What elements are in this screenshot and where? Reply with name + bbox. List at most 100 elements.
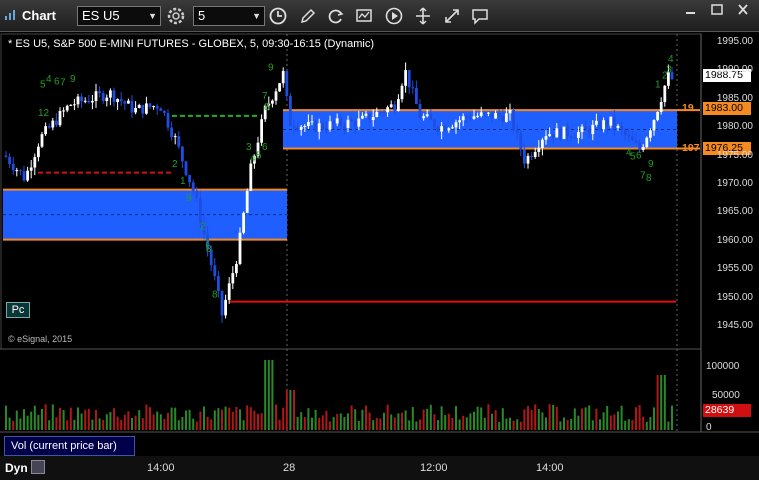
- candle-up: [505, 113, 508, 122]
- symbol-combobox[interactable]: ES U5 ▼: [77, 6, 161, 26]
- candle-up: [487, 112, 490, 114]
- volume-bar-down: [393, 417, 396, 430]
- candle-up: [555, 128, 559, 138]
- candle-up: [116, 99, 119, 103]
- clock-icon[interactable]: [268, 6, 288, 26]
- candle-down: [566, 126, 569, 137]
- refresh-cycle-icon[interactable]: [326, 6, 346, 26]
- candle-up: [29, 167, 33, 171]
- candle-down: [177, 136, 181, 147]
- level-side-label-lower: 197: [682, 142, 700, 154]
- volume-bar-up: [483, 417, 486, 430]
- candle-down: [343, 125, 346, 128]
- candle-down: [584, 126, 587, 129]
- volume-bar-up: [224, 406, 227, 430]
- candle-down: [411, 87, 415, 89]
- candle-down: [47, 126, 51, 128]
- candle-down: [314, 121, 317, 132]
- candle-down: [573, 137, 577, 139]
- volume-bar-down: [84, 409, 87, 430]
- chevron-down-icon[interactable]: ▼: [148, 7, 157, 25]
- volume-study-tab[interactable]: Vol (current price bar): [4, 436, 135, 456]
- volume-bar-up: [213, 410, 216, 430]
- volume-bar-down: [253, 410, 256, 430]
- candle-up: [425, 114, 429, 117]
- candle-up: [109, 90, 112, 98]
- volume-tick: 50000: [712, 390, 740, 401]
- candle-up: [508, 110, 512, 114]
- volume-bar-up: [188, 409, 191, 430]
- volume-bar-up: [537, 409, 540, 430]
- volume-bar-down: [656, 375, 659, 430]
- candle-down: [289, 96, 292, 126]
- callout-icon[interactable]: [470, 6, 490, 26]
- close-icon[interactable]: [734, 3, 752, 17]
- sequence-count-label: 8: [212, 290, 218, 301]
- volume-bar-up: [174, 407, 177, 430]
- level-side-label-upper: 19: [682, 102, 694, 114]
- candle-down: [429, 114, 433, 120]
- volume-bar-up: [624, 420, 627, 430]
- sequence-count-label: 3: [666, 65, 672, 76]
- maximize-icon[interactable]: [708, 3, 726, 17]
- drag-icon[interactable]: [413, 6, 433, 26]
- volume-bar-down: [350, 405, 353, 430]
- volume-bar-up: [372, 420, 375, 430]
- price-tick: 1990.00: [716, 64, 753, 75]
- lock-icon[interactable]: [31, 460, 45, 474]
- pencil-draw-icon[interactable]: [298, 6, 318, 26]
- dynamic-mode-control[interactable]: Dyn: [0, 458, 50, 480]
- candle-down: [296, 127, 299, 130]
- settings-gear-icon[interactable]: [166, 6, 186, 26]
- volume-bar-up: [131, 417, 133, 430]
- candle-up: [73, 104, 76, 106]
- volume-bar-up: [397, 413, 400, 430]
- pc-button[interactable]: Pc: [6, 302, 30, 318]
- candle-down: [469, 117, 472, 119]
- sequence-count-label: 9: [186, 193, 192, 204]
- candle-down: [623, 129, 627, 136]
- candle-up: [494, 113, 497, 119]
- minimize-icon[interactable]: [682, 3, 700, 17]
- candle-up: [231, 273, 235, 284]
- candle-up: [173, 136, 177, 138]
- candle-down: [119, 99, 123, 102]
- volume-bar-up: [37, 414, 40, 430]
- volume-bar-down: [59, 407, 61, 430]
- volume-bar-down: [127, 411, 130, 430]
- time-label: 28: [283, 462, 296, 474]
- sequence-count-label: 3: [246, 142, 252, 153]
- volume-bar-down: [595, 408, 598, 430]
- volume-bar-up: [653, 407, 655, 430]
- sequence-count-label: 8: [206, 244, 212, 255]
- volume-bar-up: [552, 404, 555, 430]
- volume-bar-up: [411, 407, 414, 430]
- candle-up: [317, 123, 321, 132]
- volume-bar-down: [523, 409, 526, 430]
- volume-bar-down: [494, 410, 497, 430]
- interval-combobox[interactable]: 5 ▼: [193, 6, 265, 26]
- study-icon[interactable]: [354, 6, 374, 26]
- zoom-icon[interactable]: [442, 6, 462, 26]
- sequence-count-label: 4: [668, 54, 674, 65]
- volume-last-box: 28639: [703, 404, 751, 417]
- volume-bar-down: [321, 415, 324, 430]
- candle-down: [159, 108, 163, 111]
- volume-bar-down: [102, 419, 105, 430]
- volume-bar-up: [509, 417, 511, 430]
- candle-down: [55, 120, 58, 126]
- volume-bar-down: [329, 421, 331, 430]
- candle-up: [26, 170, 29, 181]
- candle-up: [616, 125, 620, 129]
- candle-up: [591, 124, 595, 135]
- volume-bar-up: [156, 411, 159, 430]
- volume-bar-up: [289, 390, 292, 430]
- price-chart[interactable]: 45 6 7 912212788934 5697845 67 891234: [0, 32, 759, 480]
- volume-bar-down: [609, 415, 612, 430]
- play-icon[interactable]: [384, 6, 404, 26]
- volume-bar-down: [195, 421, 198, 430]
- chevron-down-icon[interactable]: ▼: [252, 7, 261, 25]
- volume-bar-down: [145, 404, 148, 430]
- candle-up: [609, 116, 613, 126]
- sequence-count-label: 9: [268, 62, 274, 73]
